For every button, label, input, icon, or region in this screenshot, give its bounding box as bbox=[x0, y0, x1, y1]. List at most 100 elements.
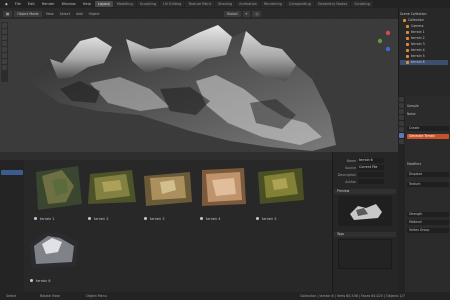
metadata-label: Author bbox=[345, 179, 356, 184]
prop-displace-field[interactable]: Displace bbox=[407, 172, 449, 177]
cursor-tool-icon[interactable] bbox=[2, 29, 7, 34]
prop-strength-field[interactable]: Strength bbox=[407, 212, 449, 217]
status-bar: Select Rotate View Object Menu Collectio… bbox=[0, 292, 450, 300]
metadata-source-field[interactable]: Current File bbox=[358, 165, 384, 170]
mesh-icon bbox=[406, 54, 409, 58]
move-tool-icon[interactable] bbox=[2, 35, 7, 40]
3d-viewport[interactable] bbox=[0, 19, 398, 152]
tab-animation[interactable]: Animation bbox=[236, 1, 261, 7]
generate-terrain-button[interactable]: Generate Terrain bbox=[407, 134, 449, 139]
asset-label: terrain 2 bbox=[94, 217, 109, 221]
asset-status-icon bbox=[256, 217, 259, 220]
metadata-name-row: Name terrain 6 bbox=[336, 158, 384, 163]
metadata-source-row: Source Current File bbox=[336, 165, 384, 170]
menu-object[interactable]: Object bbox=[87, 12, 102, 16]
object-tab-icon[interactable] bbox=[399, 127, 404, 132]
output-tab-icon[interactable] bbox=[399, 109, 404, 114]
measure-tool-icon[interactable] bbox=[2, 65, 7, 70]
mesh-icon bbox=[406, 42, 409, 46]
asset-preview bbox=[338, 196, 392, 226]
tab-sculpting[interactable]: Sculpting bbox=[136, 1, 160, 7]
menu-help[interactable]: Help bbox=[80, 1, 94, 7]
tab-layout[interactable]: Layout bbox=[94, 1, 113, 7]
tab-rendering[interactable]: Rendering bbox=[261, 1, 285, 7]
menu-window[interactable]: Window bbox=[59, 1, 79, 7]
preview-thumbnail bbox=[350, 204, 382, 220]
render-tab-icon[interactable] bbox=[399, 103, 404, 108]
asset-terrain-1[interactable]: terrain 1 bbox=[32, 160, 84, 224]
tags-section-header[interactable]: Tags bbox=[334, 232, 396, 237]
app-logo-icon[interactable]: ◆ bbox=[2, 1, 11, 7]
catalog-item-selected[interactable] bbox=[1, 170, 23, 175]
outliner-row[interactable]: terrain 5 bbox=[400, 54, 448, 59]
status-select-hint: Select bbox=[6, 294, 17, 298]
mode-dropdown[interactable]: Object Mode bbox=[14, 10, 42, 17]
prop-noise: Noise bbox=[407, 112, 416, 116]
menu-file[interactable]: File bbox=[12, 1, 24, 7]
annotate-tool-icon[interactable] bbox=[2, 59, 7, 64]
snap-icon[interactable]: ⌖ bbox=[242, 10, 251, 17]
outliner-row[interactable]: terrain 4 bbox=[400, 48, 448, 53]
asset-terrain-6[interactable]: terrain 6 bbox=[28, 222, 80, 286]
menu-select[interactable]: Select bbox=[58, 12, 72, 16]
prop-create-field[interactable]: Create bbox=[407, 126, 449, 131]
transform-tool-icon[interactable] bbox=[2, 53, 7, 58]
tool-tab-icon[interactable] bbox=[399, 97, 404, 102]
asset-thumbnail bbox=[88, 170, 136, 204]
prop-vertex-group-field[interactable]: Vertex Group bbox=[407, 228, 449, 233]
menu-add[interactable]: Add bbox=[74, 12, 85, 16]
prop-midlevel-field[interactable]: Midlevel bbox=[407, 220, 449, 225]
scale-tool-icon[interactable] bbox=[2, 47, 7, 52]
asset-thumbnail bbox=[258, 168, 304, 204]
tab-modeling[interactable]: Modeling bbox=[113, 1, 136, 7]
metadata-description-field[interactable] bbox=[358, 172, 384, 177]
proportional-icon[interactable]: ◎ bbox=[252, 10, 262, 17]
asset-status-icon bbox=[200, 217, 203, 220]
asset-status-icon bbox=[144, 217, 147, 220]
metadata-description-row: Description bbox=[336, 172, 384, 177]
menu-edit[interactable]: Edit bbox=[25, 1, 38, 7]
menu-render[interactable]: Render bbox=[39, 1, 58, 7]
collection-icon bbox=[403, 18, 406, 22]
metadata-author-field[interactable] bbox=[358, 179, 384, 184]
modifier-tab-icon[interactable] bbox=[399, 133, 404, 138]
outliner-row[interactable]: Collection bbox=[400, 18, 448, 23]
tab-uv-editing[interactable]: UV Editing bbox=[160, 1, 185, 7]
mesh-icon bbox=[406, 60, 409, 64]
asset-terrain-5[interactable]: terrain 5 bbox=[254, 160, 306, 224]
toolbar bbox=[1, 22, 8, 82]
outliner-row[interactable]: terrain 1 bbox=[400, 30, 448, 35]
tab-scripting[interactable]: Scripting bbox=[351, 1, 373, 7]
outliner-row[interactable]: terrain 3 bbox=[400, 42, 448, 47]
prop-sample: Sample bbox=[407, 104, 419, 108]
metadata-label: Description bbox=[337, 172, 356, 177]
orientation-dropdown[interactable]: Global bbox=[223, 10, 241, 17]
asset-thumbnail bbox=[144, 172, 192, 206]
outliner-row-selected[interactable]: terrain 6 bbox=[400, 60, 448, 65]
tab-texture-paint[interactable]: Texture Paint bbox=[185, 1, 214, 7]
scene-tab-icon[interactable] bbox=[399, 115, 404, 120]
asset-terrain-4[interactable]: terrain 4 bbox=[198, 160, 250, 224]
menu-view[interactable]: View bbox=[44, 12, 56, 16]
tab-geometry-nodes[interactable]: Geometry Nodes bbox=[314, 1, 351, 7]
prop-texture-field[interactable]: Texture bbox=[407, 182, 449, 187]
select-tool-icon[interactable] bbox=[2, 23, 7, 28]
tab-compositing[interactable]: Compositing bbox=[285, 1, 314, 7]
material-tab-icon[interactable] bbox=[399, 139, 404, 144]
asset-catalog-sidebar bbox=[0, 160, 24, 292]
outliner-row[interactable]: terrain 2 bbox=[400, 36, 448, 41]
outliner-row[interactable]: Camera bbox=[400, 24, 448, 29]
asset-terrain-2[interactable]: terrain 2 bbox=[86, 160, 138, 224]
asset-terrain-3[interactable]: terrain 3 bbox=[142, 160, 194, 224]
world-tab-icon[interactable] bbox=[399, 121, 404, 126]
tab-shading[interactable]: Shading bbox=[214, 1, 236, 7]
outliner-scene-collection[interactable]: Scene Collection bbox=[400, 12, 448, 17]
editor-type-icon[interactable]: ▦ bbox=[3, 10, 13, 17]
asset-status-icon bbox=[34, 217, 37, 220]
rotate-tool-icon[interactable] bbox=[2, 41, 7, 46]
preview-section-header[interactable]: Preview bbox=[334, 189, 396, 194]
viewport-header: ▦ Object Mode View Select Add Object Glo… bbox=[0, 8, 398, 19]
metadata-name-field[interactable]: terrain 6 bbox=[358, 158, 384, 163]
status-menu-hint: Object Menu bbox=[86, 294, 107, 298]
tags-list[interactable] bbox=[338, 239, 392, 269]
